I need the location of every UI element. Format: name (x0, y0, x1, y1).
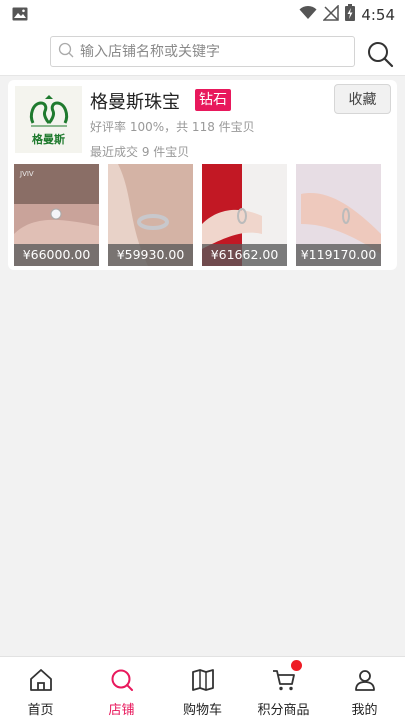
logo-text: 格曼斯 (32, 132, 65, 146)
tab-shop[interactable]: 店铺 (81, 657, 162, 720)
search-icon (366, 42, 394, 72)
product-price: ¥66000.00 (14, 244, 99, 266)
no-signal-icon (322, 3, 340, 25)
shop-card[interactable]: 格曼斯 格曼斯珠宝 钻石 收藏 好评率 100%，共 118 件宝贝 最近成交 … (8, 80, 397, 270)
svg-text:JVIV: JVIV (19, 170, 34, 178)
image-icon (12, 6, 28, 26)
favorite-button[interactable]: 收藏 (334, 84, 391, 114)
product-item[interactable]: ¥61662.00 (202, 164, 287, 266)
shop-stats: 好评率 100%，共 118 件宝贝 (90, 120, 255, 134)
tab-label: 店铺 (108, 703, 135, 718)
search-icon (58, 42, 74, 62)
tab-home[interactable]: 首页 (0, 657, 81, 720)
cart-icon (271, 667, 297, 697)
shop-recent-sales: 最近成交 9 件宝贝 (90, 145, 190, 159)
tab-points-goods[interactable]: 积分商品 (243, 657, 324, 720)
search-icon (109, 667, 135, 697)
bottom-tab-bar: 首页 店铺 购物车 积分商品 我的 (0, 656, 405, 720)
wifi-icon (299, 5, 317, 24)
product-item[interactable]: ¥59930.00 (108, 164, 193, 266)
tab-cart[interactable]: 购物车 (162, 657, 243, 720)
product-item[interactable]: ¥119170.00 (296, 164, 381, 266)
tab-mine[interactable]: 我的 (324, 657, 405, 720)
product-price: ¥119170.00 (296, 244, 381, 266)
product-list: JVIV ¥66000.00 ¥59930.00 ¥61662.00 ¥1191… (14, 164, 392, 266)
search-box[interactable] (50, 36, 355, 67)
swan-logo-icon (29, 94, 68, 126)
home-icon (28, 667, 54, 697)
clock: 4:54 (361, 5, 395, 24)
user-icon (352, 667, 378, 697)
tab-label: 购物车 (182, 703, 222, 718)
tab-label: 首页 (27, 703, 54, 718)
product-item[interactable]: JVIV ¥66000.00 (14, 164, 99, 266)
shop-logo: 格曼斯 (15, 86, 82, 153)
search-button[interactable] (366, 40, 394, 68)
product-price: ¥61662.00 (202, 244, 287, 266)
search-input[interactable] (80, 43, 330, 60)
tab-label: 我的 (351, 703, 378, 718)
tab-label: 积分商品 (257, 703, 310, 718)
battery-charging-icon (345, 4, 356, 25)
notification-dot (291, 660, 302, 671)
status-bar: 4:54 (0, 0, 405, 28)
book-icon (190, 667, 216, 697)
product-price: ¥59930.00 (108, 244, 193, 266)
search-header (0, 28, 405, 76)
shop-name[interactable]: 格曼斯珠宝 (90, 88, 180, 114)
level-badge: 钻石 (195, 89, 231, 111)
